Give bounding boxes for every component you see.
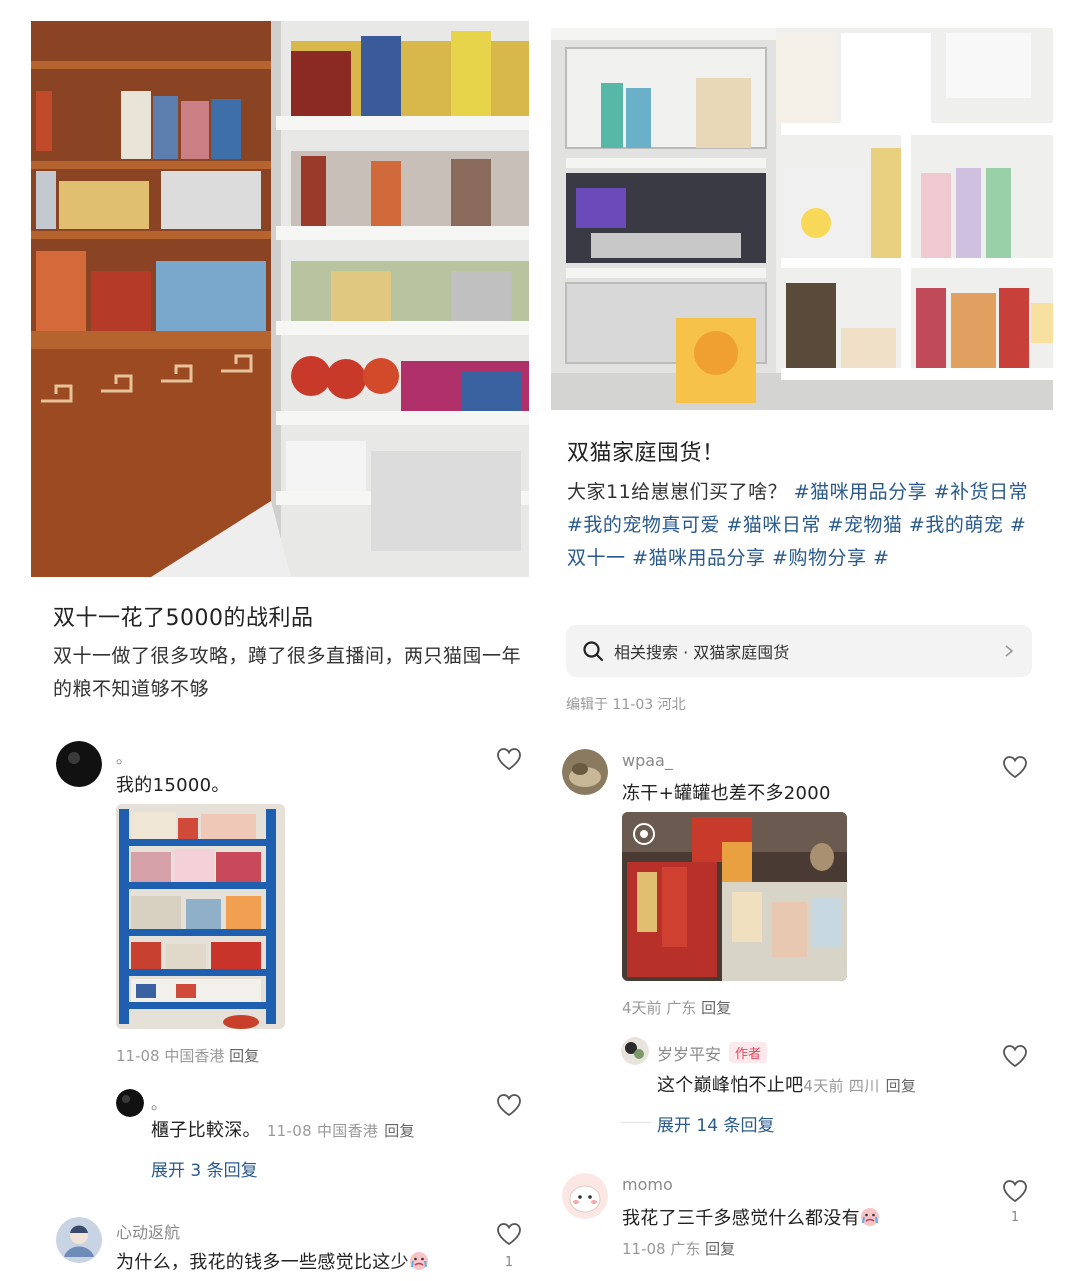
comment-meta: 4天前 广东 回复 [622,999,732,1017]
reply-text: 这个巅峰怕不止吧4天前 四川 回复 [657,1075,917,1096]
reply-button[interactable]: 回复 [701,999,731,1017]
comment-meta: 11-08 中国香港 回复 [116,1047,260,1065]
reply-avatar[interactable] [116,1089,144,1117]
expand-divider [621,1122,651,1123]
expand-replies-button[interactable]: 展开 3 条回复 [151,1156,258,1181]
like-heart-icon[interactable] [1002,755,1028,779]
reply-name[interactable]: 。 [151,1090,167,1114]
like-count: 1 [504,1255,514,1270]
commenter-name[interactable]: 心动返航 [116,1219,180,1243]
like-count: 1 [1010,1210,1020,1225]
comment-photo-treats-pile[interactable] [622,812,847,981]
post-description: 大家11给崽崽们买了啥？ #猫咪用品分享 #补货日常 #我的宠物真可爱 #猫咪日… [567,481,1029,569]
like-heart-icon[interactable] [496,747,522,771]
reply-button[interactable]: 回复 [886,1077,917,1095]
crying-face-icon [409,1252,428,1270]
comment-text: 冻干+罐罐也差不多2000 [622,783,831,804]
hashtag-link[interactable]: #我的宠物真可爱 [567,514,720,536]
related-search-text: 相关搜索 · 双猫家庭囤货 [614,643,790,662]
commenter-avatar[interactable] [56,1217,102,1263]
commenter-name[interactable]: wpaa_ [622,751,673,770]
crying-face-icon [860,1208,879,1226]
post-photo-cat-storage[interactable] [551,28,1053,410]
commenter-avatar[interactable] [562,749,608,795]
like-heart-icon[interactable] [496,1222,522,1246]
post-description: 双十一做了很多攻略，蹲了很多直播间，两只猫囤一年的粮不知道够不够 [53,645,522,700]
author-badge: 作者 [729,1042,768,1063]
commenter-avatar[interactable] [56,741,102,787]
comment-meta: 11-08 广东 回复 [622,1240,736,1258]
comment-text: 为什么，我花的钱多一些感觉比这少 [116,1248,429,1274]
hashtag-link[interactable]: #补货日常 [934,481,1028,503]
reply-name: 岁岁平安 作者 [657,1041,768,1065]
post-title[interactable]: 双猫家庭囤货！ [567,435,725,467]
commenter-name[interactable]: 。 [116,744,132,768]
expand-replies-button[interactable]: 展开 14 条回复 [657,1111,774,1136]
comment-text: 我的15000。 [116,775,230,796]
comment-text: 我花了三千多感觉什么都没有 [622,1204,880,1230]
reply-avatar[interactable] [621,1037,649,1065]
reply-text: 櫃子比較深。 11-08 中国香港 回复 [151,1120,415,1141]
related-search-bar[interactable]: 相关搜索 · 双猫家庭囤货 [566,625,1032,677]
hashtag-link[interactable]: #购物分享 [772,547,866,569]
post-photo-pantry-shelves[interactable] [31,21,529,577]
edited-info: 编辑于 11-03 河北 [566,697,686,710]
reply-button[interactable]: 回复 [229,1047,259,1065]
search-icon [583,641,604,662]
hashtag-link[interactable]: #猫咪用品分享 [632,547,765,569]
hashtag-link[interactable]: # [873,547,889,569]
like-heart-icon[interactable] [1002,1044,1028,1068]
hashtag-link[interactable]: #宠物猫 [827,514,902,536]
hashtag-link[interactable]: #我的萌宠 [909,514,1003,536]
hashtag-link[interactable]: #猫咪日常 [726,514,820,536]
like-heart-icon[interactable] [1002,1179,1028,1203]
comment-photo-blue-shelf[interactable] [116,804,285,1029]
chevron-right-icon [1005,645,1014,657]
commenter-avatar[interactable] [562,1173,608,1219]
commenter-name[interactable]: momo [622,1175,673,1194]
reply-button[interactable]: 回复 [384,1122,415,1140]
reply-button[interactable]: 回复 [705,1240,735,1258]
hashtag-link[interactable]: #猫咪用品分享 [794,481,927,503]
post-title[interactable]: 双十一花了5000的战利品 [53,600,314,632]
like-heart-icon[interactable] [496,1093,522,1117]
